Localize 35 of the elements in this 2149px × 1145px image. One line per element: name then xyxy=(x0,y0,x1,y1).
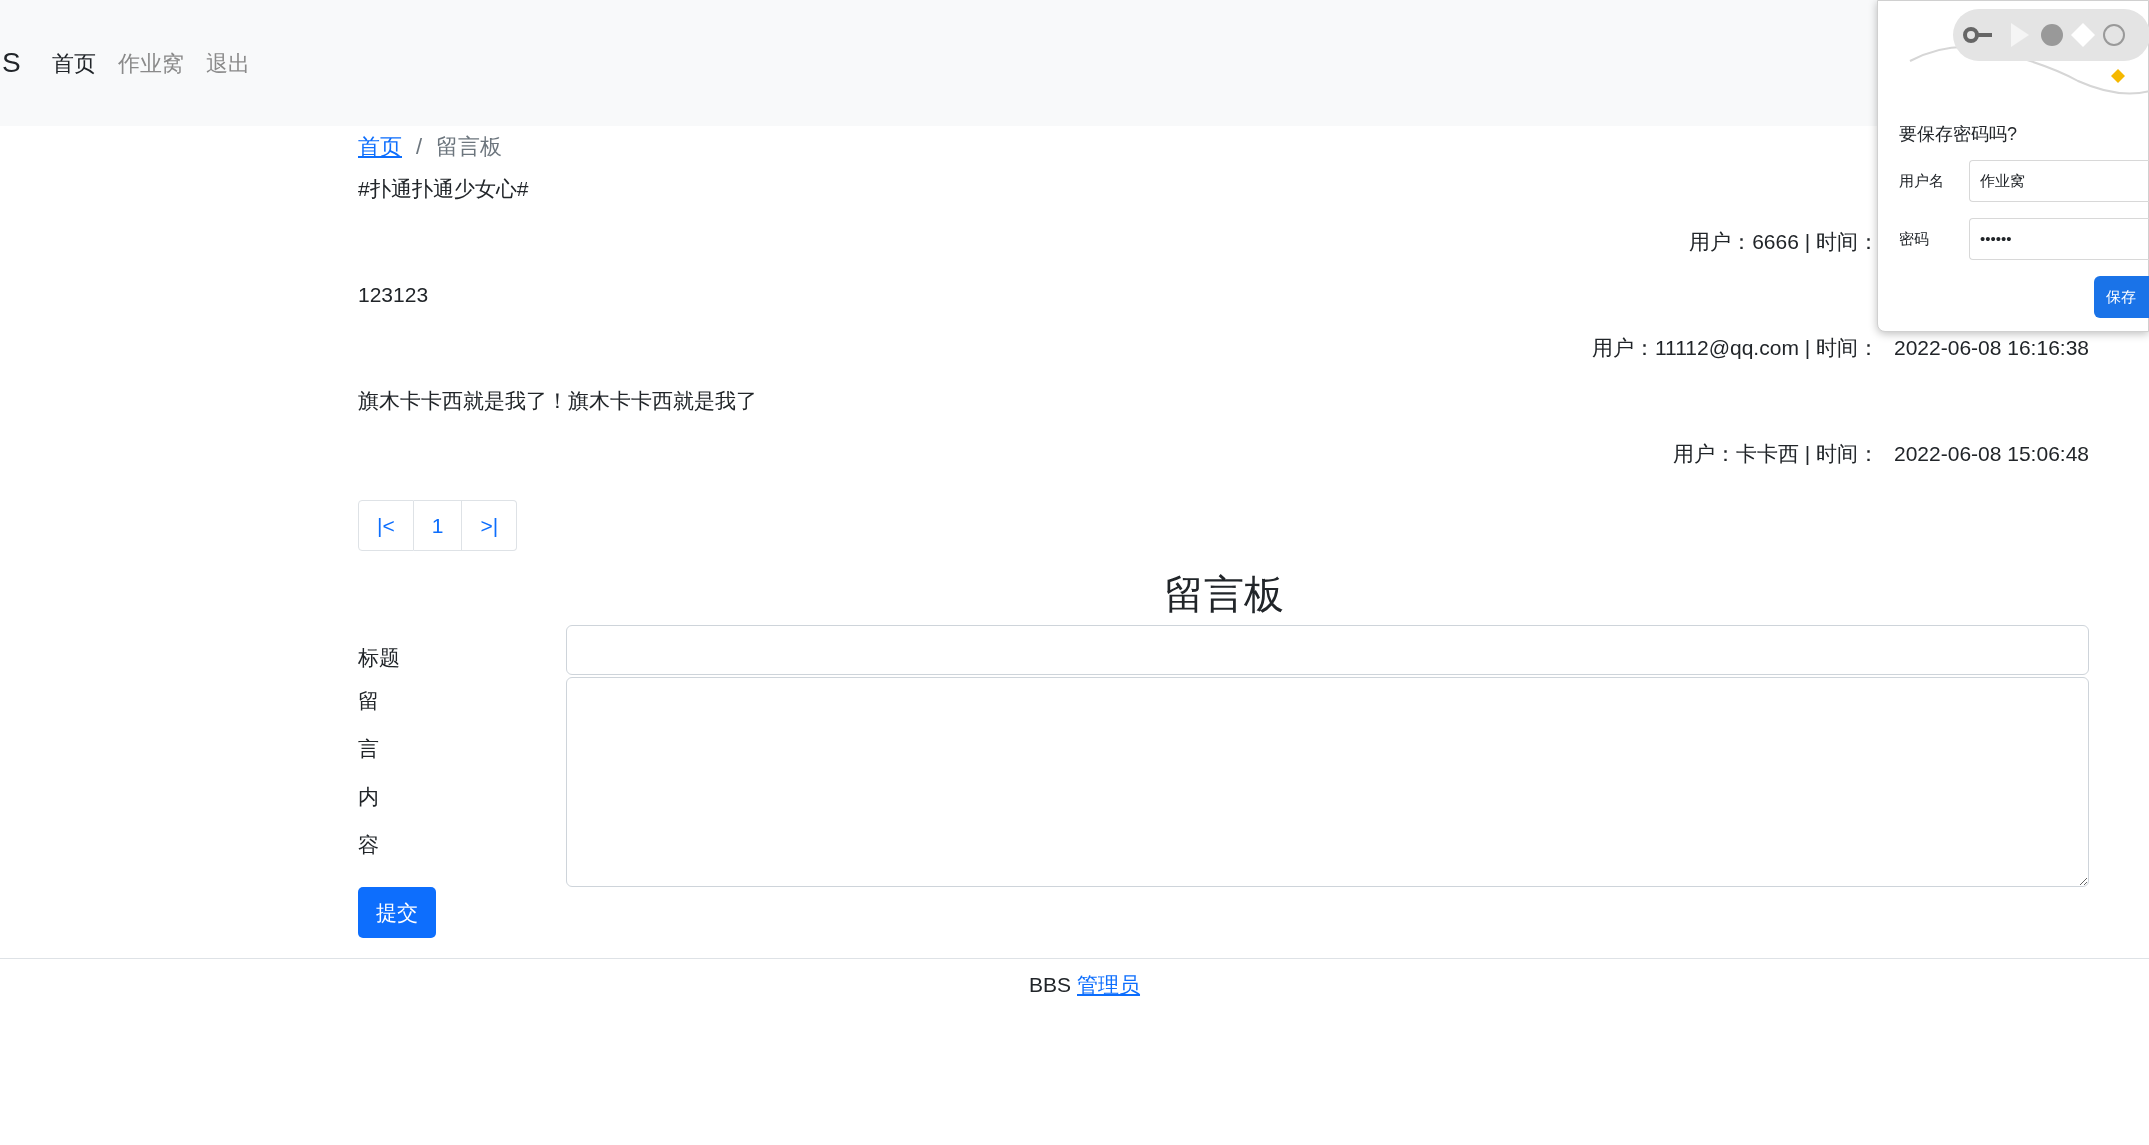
password-field[interactable]: •••••• xyxy=(1969,218,2149,260)
footer-link[interactable]: 管理员 xyxy=(1077,969,1140,1001)
nav-link[interactable]: 退出 xyxy=(194,46,261,80)
username-field[interactable]: 作业窝 xyxy=(1969,160,2149,202)
form-heading: 留言板 xyxy=(1163,571,1284,618)
content-label: 留 xyxy=(358,688,379,714)
password-label: 密码 xyxy=(1899,228,1930,249)
message-time: 2022-06-08 15:06:48 xyxy=(1894,440,2089,467)
message-content: 旗木卡卡西就是我了！旗木卡卡西就是我了 xyxy=(358,387,757,414)
breadcrumb-current: 留言板 xyxy=(436,132,503,161)
content-label: 言 xyxy=(358,736,379,762)
submit-button[interactable]: 提交 xyxy=(358,887,436,938)
message-content: 123123 xyxy=(358,281,429,308)
nav-link[interactable]: 首页 xyxy=(40,46,107,80)
page-button[interactable]: >| xyxy=(462,500,518,551)
message-content: #扑通扑通少女心# xyxy=(358,175,529,202)
breadcrumb-separator: / xyxy=(416,132,423,161)
title-label: 标题 xyxy=(358,644,400,671)
content-label: 容 xyxy=(358,832,379,858)
save-button[interactable]: 保存 xyxy=(2094,276,2149,318)
username-label: 用户名 xyxy=(1899,170,1945,191)
breadcrumb-link[interactable]: 首页 xyxy=(358,129,402,163)
content-label: 内 xyxy=(358,784,379,810)
content-textarea[interactable] xyxy=(566,677,2089,887)
page-button[interactable]: 1 xyxy=(413,500,463,551)
message-meta: 用户：卡卡西 | 时间： xyxy=(1672,440,1879,467)
message-meta: 用户：6666 | 时间： xyxy=(1689,228,1879,255)
message-meta: 用户：11112@qq.com | 时间： xyxy=(1591,334,1879,361)
footer-text: BBS xyxy=(1029,972,1071,998)
nav-link[interactable]: 作业窝 xyxy=(106,46,195,80)
message-time: 2022-06-08 16:16:38 xyxy=(1894,334,2089,361)
popup-title: 要保存密码吗? xyxy=(1899,123,2018,146)
page-button[interactable]: |< xyxy=(358,500,414,551)
brand[interactable]: S xyxy=(2,49,21,77)
title-input[interactable] xyxy=(566,625,2089,675)
